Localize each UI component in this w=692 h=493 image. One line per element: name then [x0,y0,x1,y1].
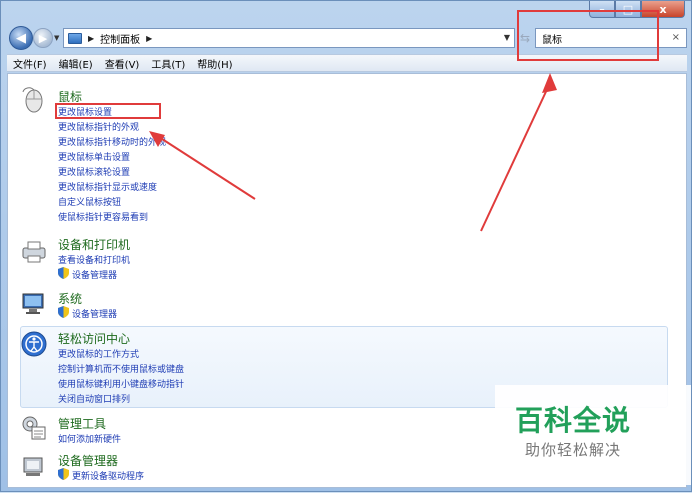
ease-of-access-icon [21,331,47,357]
address-bar[interactable]: ▶ 控制面板 ▶ ▼ [63,28,515,48]
link-turn-off-window-arrange[interactable]: 关闭自动窗口排列 [58,392,130,405]
link-change-pointer-appearance[interactable]: 更改鼠标指针的外观 [58,120,139,133]
search-input[interactable]: 鼠标 [542,31,562,46]
uac-shield-icon [58,306,69,318]
menu-edit[interactable]: 编辑(E) [53,56,99,71]
ease-of-access-title[interactable]: 轻松访问中心 [58,330,130,347]
clear-search-icon[interactable]: × [672,32,680,43]
link-change-mouse-works[interactable]: 更改鼠标的工作方式 [58,347,139,360]
caption-buttons: – □ x [589,1,685,19]
control-panel-window: – □ x ◀ ▶ ▼ ▶ 控制面板 ▶ ▼ ⇆ 鼠标 × 文件(F) 编辑(E… [0,0,692,492]
arrow-left-icon: ◀ [16,30,26,46]
watermark-title: 百科全说 [515,404,632,437]
breadcrumb-chevron-icon[interactable]: ▶ [146,34,152,43]
system-computer-icon [22,293,44,314]
system-group: 系统 设备管理器 [8,288,688,324]
uac-shield-icon [58,267,69,279]
link-change-mouse-settings[interactable]: 更改鼠标设置 [58,105,112,118]
maximize-button[interactable]: □ [615,1,641,18]
devices-printers-title[interactable]: 设备和打印机 [58,236,130,253]
link-mouse-keys[interactable]: 使用鼠标键利用小键盘移动指针 [58,377,184,390]
back-button[interactable]: ◀ [9,26,33,50]
system-title[interactable]: 系统 [58,290,82,307]
admin-tools-title[interactable]: 管理工具 [58,415,106,432]
link-change-wheel-settings[interactable]: 更改鼠标滚轮设置 [58,165,130,178]
search-box[interactable]: 鼠标 × [535,28,687,48]
device-manager-icon [23,457,43,476]
minimize-button[interactable]: – [589,1,615,18]
link-change-click-settings[interactable]: 更改鼠标单击设置 [58,150,130,163]
menu-tools[interactable]: 工具(T) [145,56,191,71]
recent-pages-dropdown[interactable]: ▼ [54,34,59,42]
breadcrumb-control-panel[interactable]: 控制面板 [100,31,140,46]
link-change-pointer-speed[interactable]: 更改鼠标指针显示或速度 [58,180,157,193]
address-dropdown-icon[interactable]: ▼ [504,33,510,42]
devices-printers-group: 设备和打印机 查看设备和打印机 设备管理器 [8,234,688,284]
link-customize-buttons[interactable]: 自定义鼠标按钮 [58,195,121,208]
link-view-devices-printers[interactable]: 查看设备和打印机 [58,253,130,266]
link-update-driver[interactable]: 更新设备驱动程序 [72,469,144,482]
forward-button[interactable]: ▶ [33,28,53,48]
device-manager-title[interactable]: 设备管理器 [58,452,118,469]
link-device-manager[interactable]: 设备管理器 [72,268,117,281]
refresh-icon: ⇆ [519,31,531,45]
arrow-right-icon: ▶ [38,31,48,45]
link-pointer-easier-to-see[interactable]: 使鼠标指针更容易看到 [58,210,148,223]
breadcrumb-chevron-icon[interactable]: ▶ [88,34,94,43]
menu-bar: 文件(F) 编辑(E) 查看(V) 工具(T) 帮助(H) [7,54,687,72]
mouse-group-title[interactable]: 鼠标 [58,88,82,105]
menu-view[interactable]: 查看(V) [99,56,146,71]
printer-icon [22,241,46,263]
link-change-pointer-moving-appearance[interactable]: 更改鼠标指针移动时的外观 [58,135,166,148]
link-system-device-manager[interactable]: 设备管理器 [72,307,117,320]
link-add-new-hardware[interactable]: 如何添加新硬件 [58,432,121,445]
admin-tools-icon [22,416,46,440]
mouse-group: 鼠标 更改鼠标设置 更改鼠标指针的外观 更改鼠标指针移动时的外观 更改鼠标单击设… [8,82,688,232]
link-control-without-mouse[interactable]: 控制计算机而不使用鼠标或键盘 [58,362,184,375]
navigation-bar: ◀ ▶ ▼ ▶ 控制面板 ▶ ▼ ⇆ 鼠标 × [7,25,687,51]
menu-help[interactable]: 帮助(H) [191,56,238,71]
control-panel-icon [68,32,82,44]
uac-shield-icon [58,468,69,480]
close-button[interactable]: x [641,1,685,18]
watermark: 百科全说 助你轻松解决 [495,385,691,485]
mouse-icon [22,87,43,113]
watermark-subtitle: 助你轻松解决 [525,441,622,459]
menu-file[interactable]: 文件(F) [7,56,53,71]
refresh-button[interactable]: ⇆ [517,28,533,48]
